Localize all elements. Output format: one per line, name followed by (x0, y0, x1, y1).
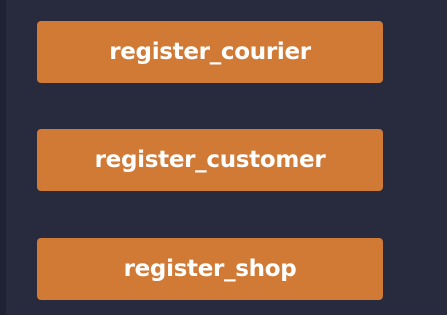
register-customer-button[interactable]: register_customer (37, 129, 383, 191)
register-courier-button[interactable]: register_courier (37, 21, 383, 83)
panel-bottom-edge (0, 315, 447, 321)
panel-left-edge (0, 0, 6, 321)
register-shop-button[interactable]: register_shop (37, 238, 383, 300)
